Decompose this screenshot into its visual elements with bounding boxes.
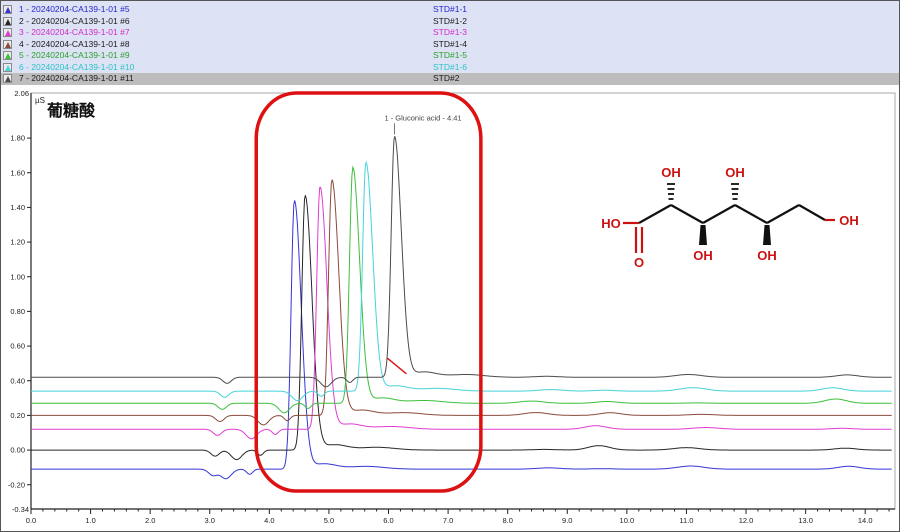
oh-c3-label: OH — [693, 248, 713, 263]
svg-text:-0.20: -0.20 — [8, 480, 25, 489]
svg-text:1.20: 1.20 — [10, 238, 25, 247]
oh-c5-label: OH — [757, 248, 777, 263]
svg-text:2.06: 2.06 — [14, 89, 29, 98]
svg-text:1.60: 1.60 — [10, 168, 25, 177]
svg-text:14.0: 14.0 — [858, 516, 873, 525]
svg-text:12.0: 12.0 — [739, 516, 754, 525]
trace-icon — [3, 74, 12, 83]
svg-text:10.0: 10.0 — [620, 516, 635, 525]
sample-name: 6 - 20240204-CA139-1-01 #10 — [19, 62, 433, 74]
standard-name: STD#1-4 — [433, 39, 899, 51]
carbonyl-o-label: O — [634, 255, 644, 270]
trace-icon — [3, 17, 12, 26]
peak-label: 1 - Gluconic acid - 4.41 — [384, 113, 461, 122]
svg-text:3.0: 3.0 — [205, 516, 215, 525]
standard-name: STD#1-6 — [433, 62, 899, 74]
svg-text:2.0: 2.0 — [145, 516, 155, 525]
x-tick-labels: 0.0 1.0 2.0 3.0 4.0 5.0 6.0 7.0 8.0 9.0 10.0 11.0 12… — [26, 509, 889, 525]
sample-name: 7 - 20240204-CA139-1-01 #11 — [19, 73, 433, 85]
svg-text:1.80: 1.80 — [10, 134, 25, 143]
trace-icon — [3, 63, 12, 72]
legend-row[interactable]: 2 - 20240204-CA139-1-01 #6STD#1-2 — [1, 16, 899, 28]
y-tick-labels: -0.20 0.00 0.20 0.40 0.60 0.80 1.00 1.20 1.40 1.6… — [8, 89, 31, 514]
ho-label: HO — [601, 216, 621, 231]
sample-list: 1 - 20240204-CA139-1-01 #5STD#1-12 - 202… — [1, 1, 899, 85]
molecule-gluconic-acid-icon: HO O OH OH OH OH OH — [589, 161, 874, 286]
trace-icon — [3, 5, 12, 14]
legend-row[interactable]: 1 - 20240204-CA139-1-01 #5STD#1-1 — [1, 4, 899, 16]
oh-c2-label: OH — [661, 165, 681, 180]
standard-name: STD#1-5 — [433, 50, 899, 62]
standard-name: STD#1-2 — [433, 16, 899, 28]
svg-text:4.0: 4.0 — [264, 516, 274, 525]
svg-text:0.40: 0.40 — [10, 376, 25, 385]
svg-text:1.40: 1.40 — [10, 203, 25, 212]
sample-name: 2 - 20240204-CA139-1-01 #6 — [19, 16, 433, 28]
svg-text:13.0: 13.0 — [798, 516, 813, 525]
standard-name: STD#2 — [433, 73, 899, 85]
svg-text:0.60: 0.60 — [10, 342, 25, 351]
y-axis-unit: µS — [35, 96, 45, 105]
chart-area: -0.20 0.00 0.20 0.40 0.60 0.80 1.00 1.20 1.40 1.6… — [1, 85, 900, 532]
plot-box — [31, 93, 895, 509]
legend-row[interactable]: 6 - 20240204-CA139-1-01 #10STD#1-6 — [1, 62, 899, 74]
svg-text:7.0: 7.0 — [443, 516, 453, 525]
legend-row[interactable]: 4 - 20240204-CA139-1-01 #8STD#1-4 — [1, 39, 899, 51]
svg-text:9.0: 9.0 — [562, 516, 572, 525]
svg-text:0.80: 0.80 — [10, 307, 25, 316]
oh-end-label: OH — [839, 213, 859, 228]
svg-text:-0.34: -0.34 — [12, 505, 29, 514]
legend-row[interactable]: 5 - 20240204-CA139-1-01 #9STD#1-5 — [1, 50, 899, 62]
sample-name: 5 - 20240204-CA139-1-01 #9 — [19, 50, 433, 62]
oh-c4-label: OH — [725, 165, 745, 180]
chart-title-cn: 葡糖酸 — [47, 97, 95, 121]
standard-name: STD#1-1 — [433, 4, 899, 16]
trace-icon — [3, 51, 12, 60]
chromatogram-svg: -0.20 0.00 0.20 0.40 0.60 0.80 1.00 1.20 1.40 1.6… — [1, 85, 900, 532]
svg-text:5.0: 5.0 — [324, 516, 334, 525]
chromatography-window: 1 - 20240204-CA139-1-01 #5STD#1-12 - 202… — [0, 0, 900, 532]
svg-text:0.20: 0.20 — [10, 411, 25, 420]
standard-name: STD#1-3 — [433, 27, 899, 39]
trace-icon — [3, 28, 12, 37]
trace-icon — [3, 40, 12, 49]
legend-row[interactable]: 3 - 20240204-CA139-1-01 #7STD#1-3 — [1, 27, 899, 39]
svg-text:1.00: 1.00 — [10, 272, 25, 281]
legend-row[interactable]: 7 - 20240204-CA139-1-01 #11STD#2 — [1, 73, 899, 85]
sample-name: 1 - 20240204-CA139-1-01 #5 — [19, 4, 433, 16]
svg-text:1.0: 1.0 — [85, 516, 95, 525]
svg-text:0.00: 0.00 — [10, 446, 25, 455]
sample-name: 4 - 20240204-CA139-1-01 #8 — [19, 39, 433, 51]
svg-text:8.0: 8.0 — [502, 516, 512, 525]
svg-text:6.0: 6.0 — [383, 516, 393, 525]
svg-text:0.0: 0.0 — [26, 516, 36, 525]
svg-text:11.0: 11.0 — [679, 516, 693, 525]
sample-name: 3 - 20240204-CA139-1-01 #7 — [19, 27, 433, 39]
